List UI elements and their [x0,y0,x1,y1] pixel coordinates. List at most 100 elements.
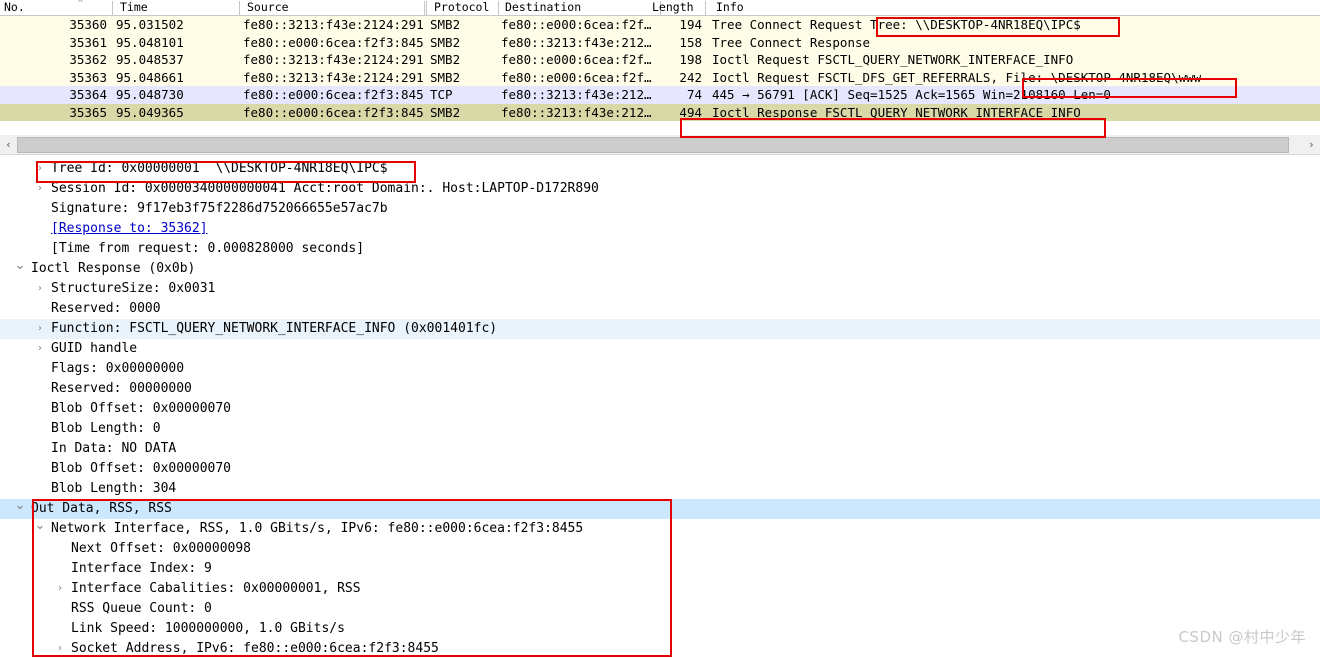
column-separator[interactable] [424,1,425,15]
detail-tree-row[interactable]: Blob Offset: 0x00000070 [0,399,1320,419]
detail-tree-label: StructureSize: 0x0031 [51,281,216,296]
packet-cell-len: 158 [679,34,702,50]
detail-tree-row[interactable]: [Time from request: 0.000828000 seconds] [0,239,1320,259]
detail-tree-label: Next Offset: 0x00000098 [71,541,252,556]
detail-tree-row[interactable]: Next Offset: 0x00000098 [0,539,1320,559]
column-separator[interactable] [426,1,427,15]
chevron-down-icon[interactable]: ⌄ [34,519,46,539]
detail-tree-label: Flags: 0x00000000 [51,361,185,376]
packet-cell-proto: SMB2 [430,17,461,32]
packet-cell-len: 242 [679,69,702,85]
column-separator[interactable] [705,1,706,15]
packet-row[interactable]: 35364 95.048730 fe80::e000:6cea:f2f3:8455 T… [0,86,1320,104]
detail-tree-row[interactable]: Reserved: 0000 [0,299,1320,319]
column-separator[interactable] [498,1,499,15]
detail-tree-row[interactable]: Blob Length: 304 [0,479,1320,499]
detail-tree-label: Session Id: 0x0000340000000041 Acct:root… [51,181,599,196]
packet-cell-dst: fe80::e000:6cea:f2f… [501,69,652,85]
packet-row[interactable]: 35365 95.049365 fe80::e000:6cea:f2f3:8455 S… [0,103,1320,121]
packet-cell-proto: SMB2 [430,104,461,120]
detail-tree-row[interactable]: ⌄ Ioctl Response (0x0b) [0,259,1320,279]
packet-details-pane[interactable]: › Tree Id: 0x00000001 \\DESKTOP-4NR18EQ\I… [0,159,1320,659]
detail-tree-row[interactable]: [Response to: 35362] [0,219,1320,239]
packet-cell-proto: SMB2 [430,52,461,67]
detail-tree-row[interactable]: Link Speed: 1000000000, 1.0 GBits/s [0,619,1320,639]
detail-tree-label: Interface Cabalities: 0x00000001, RSS [71,581,361,596]
packet-cell-src: fe80::3213:f43e:2124:291c [243,52,423,67]
packet-cell-time: 95.048101 [116,34,184,50]
column-header-proto[interactable]: Protocol [430,0,489,15]
detail-tree-row[interactable]: › GUID handle [0,339,1320,359]
detail-tree-label: [Time from request: 0.000828000 seconds] [51,241,365,256]
detail-tree-row[interactable]: Blob Offset: 0x00000070 [0,459,1320,479]
packet-list-header[interactable]: No. Time Source Protocol Destination Length In… [0,0,1320,16]
chevron-right-icon[interactable]: › [34,279,46,299]
column-header-src[interactable]: Source [243,0,289,15]
packet-cell-info: Ioctl Request FSCTL_DFS_GET_REFERRALS, F… [712,69,1202,85]
detail-tree-row[interactable]: › Session Id: 0x0000340000000041 Acct:roo… [0,179,1320,199]
detail-tree-row[interactable]: › Function: FSCTL_QUERY_NETWORK_INTERFACE… [0,319,1320,339]
detail-tree-row[interactable]: › StructureSize: 0x0031 [0,279,1320,299]
chevron-right-icon[interactable]: › [34,339,46,359]
packet-cell-time: 95.049365 [116,104,184,120]
column-separator[interactable] [239,1,240,15]
packet-row[interactable]: 35360 95.031502 fe80::3213:f43e:2124:291c S… [0,16,1320,34]
detail-tree-row[interactable]: › Tree Id: 0x00000001 \\DESKTOP-4NR18EQ\I… [0,159,1320,179]
column-header-dst[interactable]: Destination [501,0,581,15]
chevron-right-icon[interactable]: › [54,579,66,599]
detail-tree-row[interactable]: Blob Length: 0 [0,419,1320,439]
chevron-right-icon[interactable]: › [34,159,46,179]
column-header-time[interactable]: Time [116,0,148,15]
packet-cell-len: 198 [679,52,702,67]
chevron-right-icon[interactable]: › [34,319,46,339]
detail-tree-label: RSS Queue Count: 0 [71,601,212,616]
column-header-no[interactable]: No. [0,0,25,15]
packet-row[interactable]: 35361 95.048101 fe80::e000:6cea:f2f3:8455 S… [0,33,1320,51]
chevron-down-icon[interactable]: ⌄ [14,259,26,279]
detail-tree-label: [Response to: 35362] [51,221,208,236]
scroll-right-icon[interactable]: › [1303,135,1320,155]
detail-tree-label: Blob Offset: 0x00000070 [51,401,232,416]
packet-cell-src: fe80::e000:6cea:f2f3:8455 [243,34,423,50]
scroll-left-icon[interactable]: ‹ [0,135,17,155]
packet-row[interactable]: 35362 95.048537 fe80::3213:f43e:2124:291c S… [0,51,1320,69]
packet-list-horizontal-scrollbar[interactable]: ‹ › [0,134,1320,155]
column-separator[interactable] [112,1,113,15]
detail-tree-row[interactable]: Reserved: 00000000 [0,379,1320,399]
detail-tree-row[interactable]: Signature: 9f17eb3f75f2286d752066655e57a… [0,199,1320,219]
sort-ascending-icon: ^ [77,0,84,9]
detail-tree-row[interactable]: In Data: NO DATA [0,439,1320,459]
chevron-down-icon[interactable]: ⌄ [14,499,26,519]
detail-tree-label: Blob Offset: 0x00000070 [51,461,232,476]
detail-tree-label: Signature: 9f17eb3f75f2286d752066655e57a… [51,201,388,216]
packet-list-rows[interactable]: 35360 95.031502 fe80::3213:f43e:2124:291c S… [0,16,1320,121]
detail-tree-row[interactable]: ⌄ Network Interface, RSS, 1.0 GBits/s, IP… [0,519,1320,539]
packet-cell-src: fe80::3213:f43e:2124:291c [243,69,423,85]
detail-tree-label: Ioctl Response (0x0b) [31,261,196,276]
packet-list-pane[interactable]: No. Time Source Protocol Destination Length In… [0,0,1320,134]
packet-cell-dst: fe80::3213:f43e:212… [501,104,652,120]
wireshark-window: No. Time Source Protocol Destination Length In… [0,0,1320,659]
detail-tree-label: Tree Id: 0x00000001 \\DESKTOP-4NR18EQ\IP… [51,161,388,176]
packet-cell-time: 95.031502 [116,17,184,32]
packet-cell-info: Tree Connect Request Tree: \\DESKTOP-4NR… [712,17,1081,32]
packet-row[interactable]: 35363 95.048661 fe80::3213:f43e:2124:291c S… [0,68,1320,86]
packet-cell-src: fe80::3213:f43e:2124:291c [243,17,423,32]
detail-tree-label: GUID handle [51,341,138,356]
detail-tree-row[interactable]: Flags: 0x00000000 [0,359,1320,379]
scrollbar-thumb[interactable] [17,137,1289,153]
detail-tree-row[interactable]: › Interface Cabalities: 0x00000001, RSS [0,579,1320,599]
column-header-len[interactable]: Length [648,0,694,15]
packet-cell-no: 35364 [69,87,107,102]
packet-cell-dst: fe80::3213:f43e:212… [501,87,652,102]
detail-tree-label: Blob Length: 304 [51,481,177,496]
detail-tree-row[interactable]: ⌄ Out Data, RSS, RSS [0,499,1320,519]
chevron-right-icon[interactable]: › [34,179,46,199]
packet-cell-no: 35362 [69,52,107,67]
detail-tree-label: In Data: NO DATA [51,441,177,456]
detail-tree-row[interactable]: › Socket Address, IPv6: fe80::e000:6cea:f… [0,639,1320,659]
detail-tree-row[interactable]: RSS Queue Count: 0 [0,599,1320,619]
chevron-right-icon[interactable]: › [54,639,66,659]
column-header-info[interactable]: Info [712,0,744,15]
detail-tree-row[interactable]: Interface Index: 9 [0,559,1320,579]
